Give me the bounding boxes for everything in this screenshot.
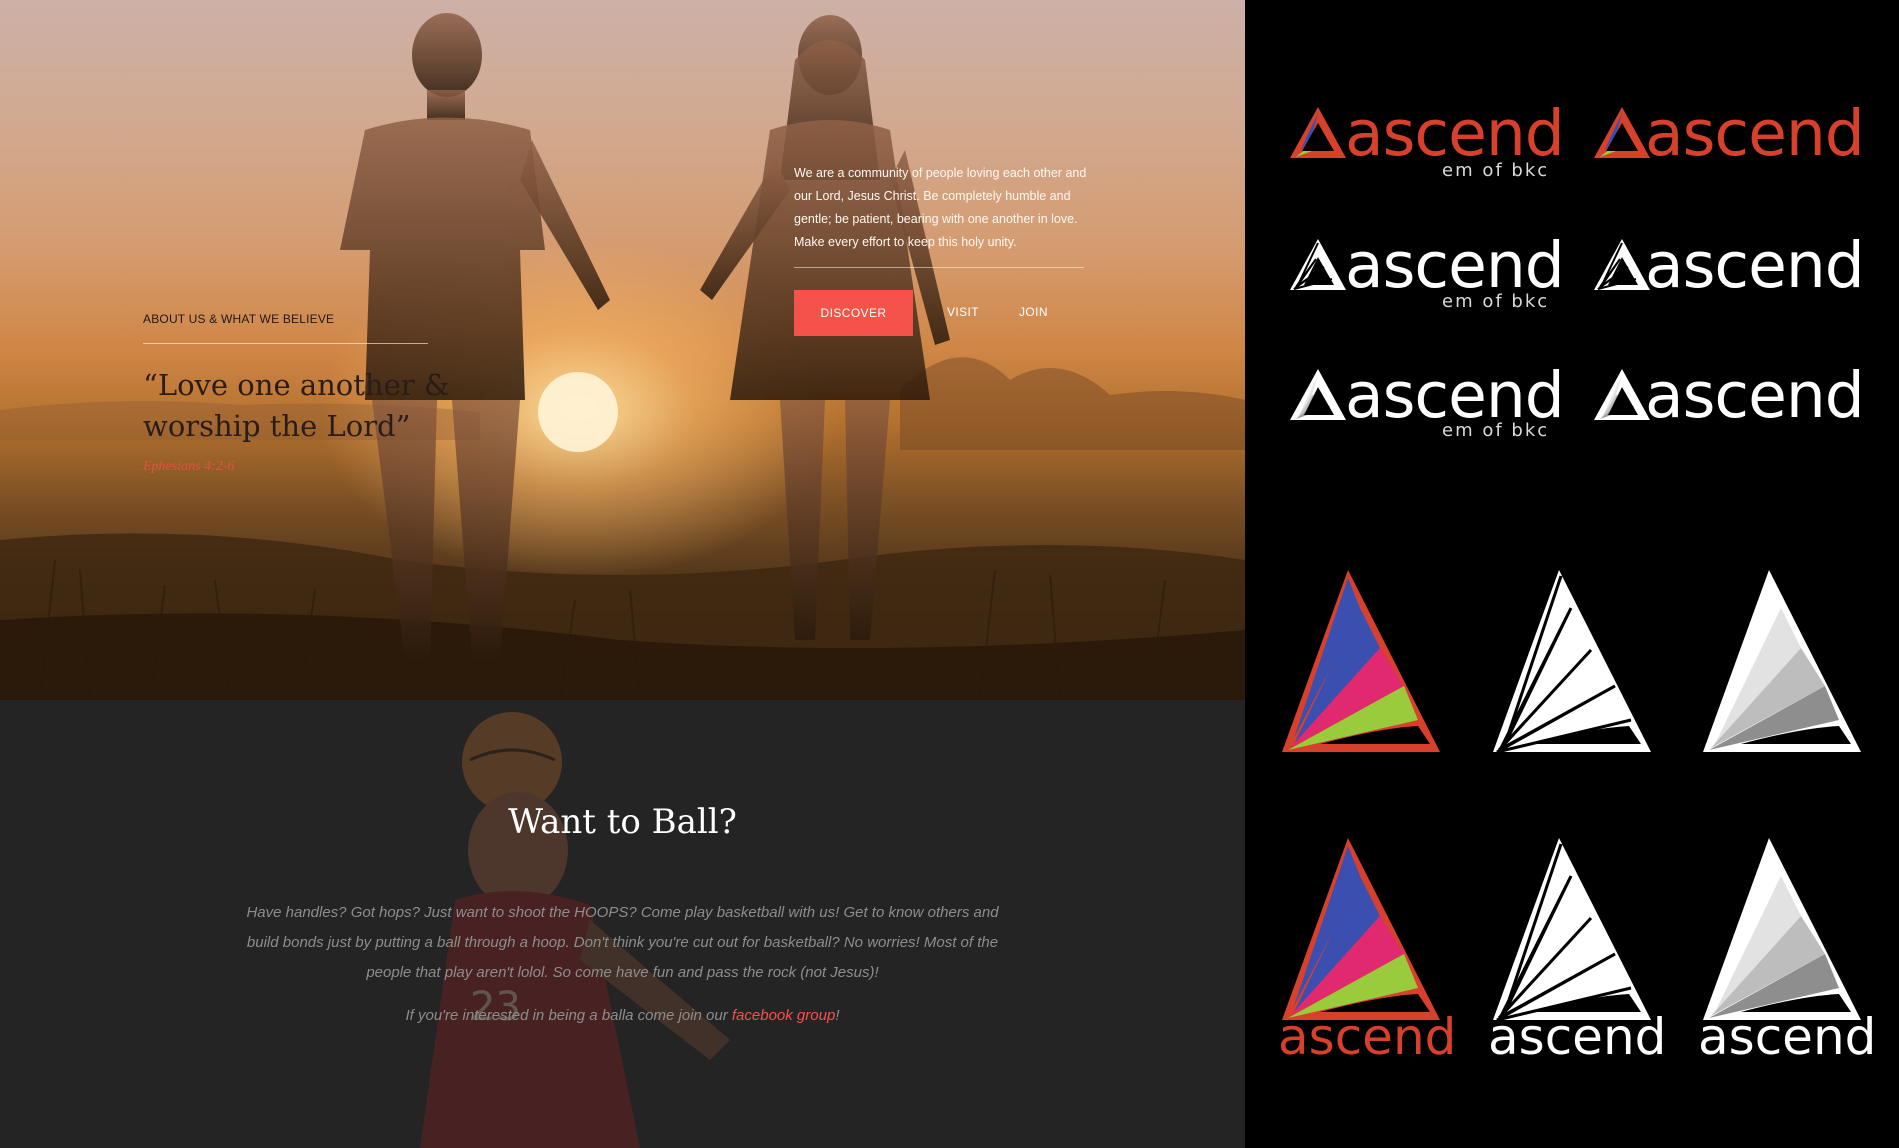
ascend-large-mark-white-icon (1493, 570, 1651, 754)
about-section-label: ABOUT US & WHAT WE BELIEVE (143, 312, 335, 326)
ascend-mark-white-icon (1290, 239, 1346, 290)
ascend-large-mark-gray-icon (1703, 570, 1861, 752)
ascend-stacked-wordmark: ascend (1698, 1008, 1877, 1066)
basketball-section: 23 Want to Ball? Have handles? Got hops?… (0, 700, 1245, 1148)
quote-reference: Ephesians 4:2-6 (143, 459, 235, 474)
ascend-wordmark: ascend (1645, 229, 1865, 302)
ascend-mark-gray-icon (1594, 369, 1650, 420)
ball-cta-line: If you're interested in being a balla co… (0, 1007, 1245, 1024)
facebook-group-link[interactable]: facebook group (732, 1007, 835, 1024)
wordmark-subtitle: em of bkc (1442, 291, 1550, 312)
ball-section-title: Want to Ball? (508, 802, 737, 842)
hero-quote: “Love one another & worship the Lord” (143, 368, 450, 443)
discover-button[interactable]: DISCOVER (794, 290, 913, 336)
ascend-wordmark: ascend (1345, 97, 1565, 170)
ascend-stacked-mark-color-icon (1282, 838, 1440, 1020)
ascend-wordmark: ascend (1645, 97, 1865, 170)
ascend-stacked-mark-white-icon (1493, 838, 1651, 1022)
ascend-wordmark: ascend (1645, 359, 1865, 432)
ascend-mark-color-icon (1290, 107, 1346, 158)
sunset-couple-photo (0, 13, 1245, 700)
ascend-mark-white-icon (1594, 239, 1650, 290)
join-link[interactable]: JOIN (1019, 305, 1048, 319)
wordmark-subtitle: em of bkc (1442, 160, 1550, 181)
ascend-stacked-mark-gray-icon (1703, 838, 1861, 1020)
ascend-large-mark-color-icon (1282, 570, 1440, 752)
cta-prefix: If you're interested in being a balla co… (405, 1007, 732, 1024)
ascend-wordmark: ascend (1345, 229, 1565, 302)
hero-section: ABOUT US & WHAT WE BELIEVE “Love one ano… (0, 0, 1245, 700)
wordmark-subtitle: em of bkc (1442, 420, 1550, 441)
ball-section-text: Have handles? Got hops? Just want to sho… (246, 904, 999, 981)
ascend-mark-gray-icon (1290, 369, 1346, 420)
about-divider (143, 343, 428, 344)
ascend-wordmark: ascend (1345, 359, 1565, 432)
intro-paragraph: We are a community of people loving each… (794, 166, 1087, 249)
ascend-stacked-wordmark: ascend (1278, 1008, 1457, 1066)
visit-link[interactable]: VISIT (947, 305, 979, 319)
cta-suffix: ! (835, 1007, 840, 1024)
logo-sheet: ascend em of bkc ascend ascend em of bkc… (1245, 0, 1899, 1148)
intro-divider (794, 267, 1084, 268)
ascend-stacked-wordmark: ascend (1488, 1008, 1667, 1066)
ascend-mark-color-icon (1594, 107, 1650, 158)
